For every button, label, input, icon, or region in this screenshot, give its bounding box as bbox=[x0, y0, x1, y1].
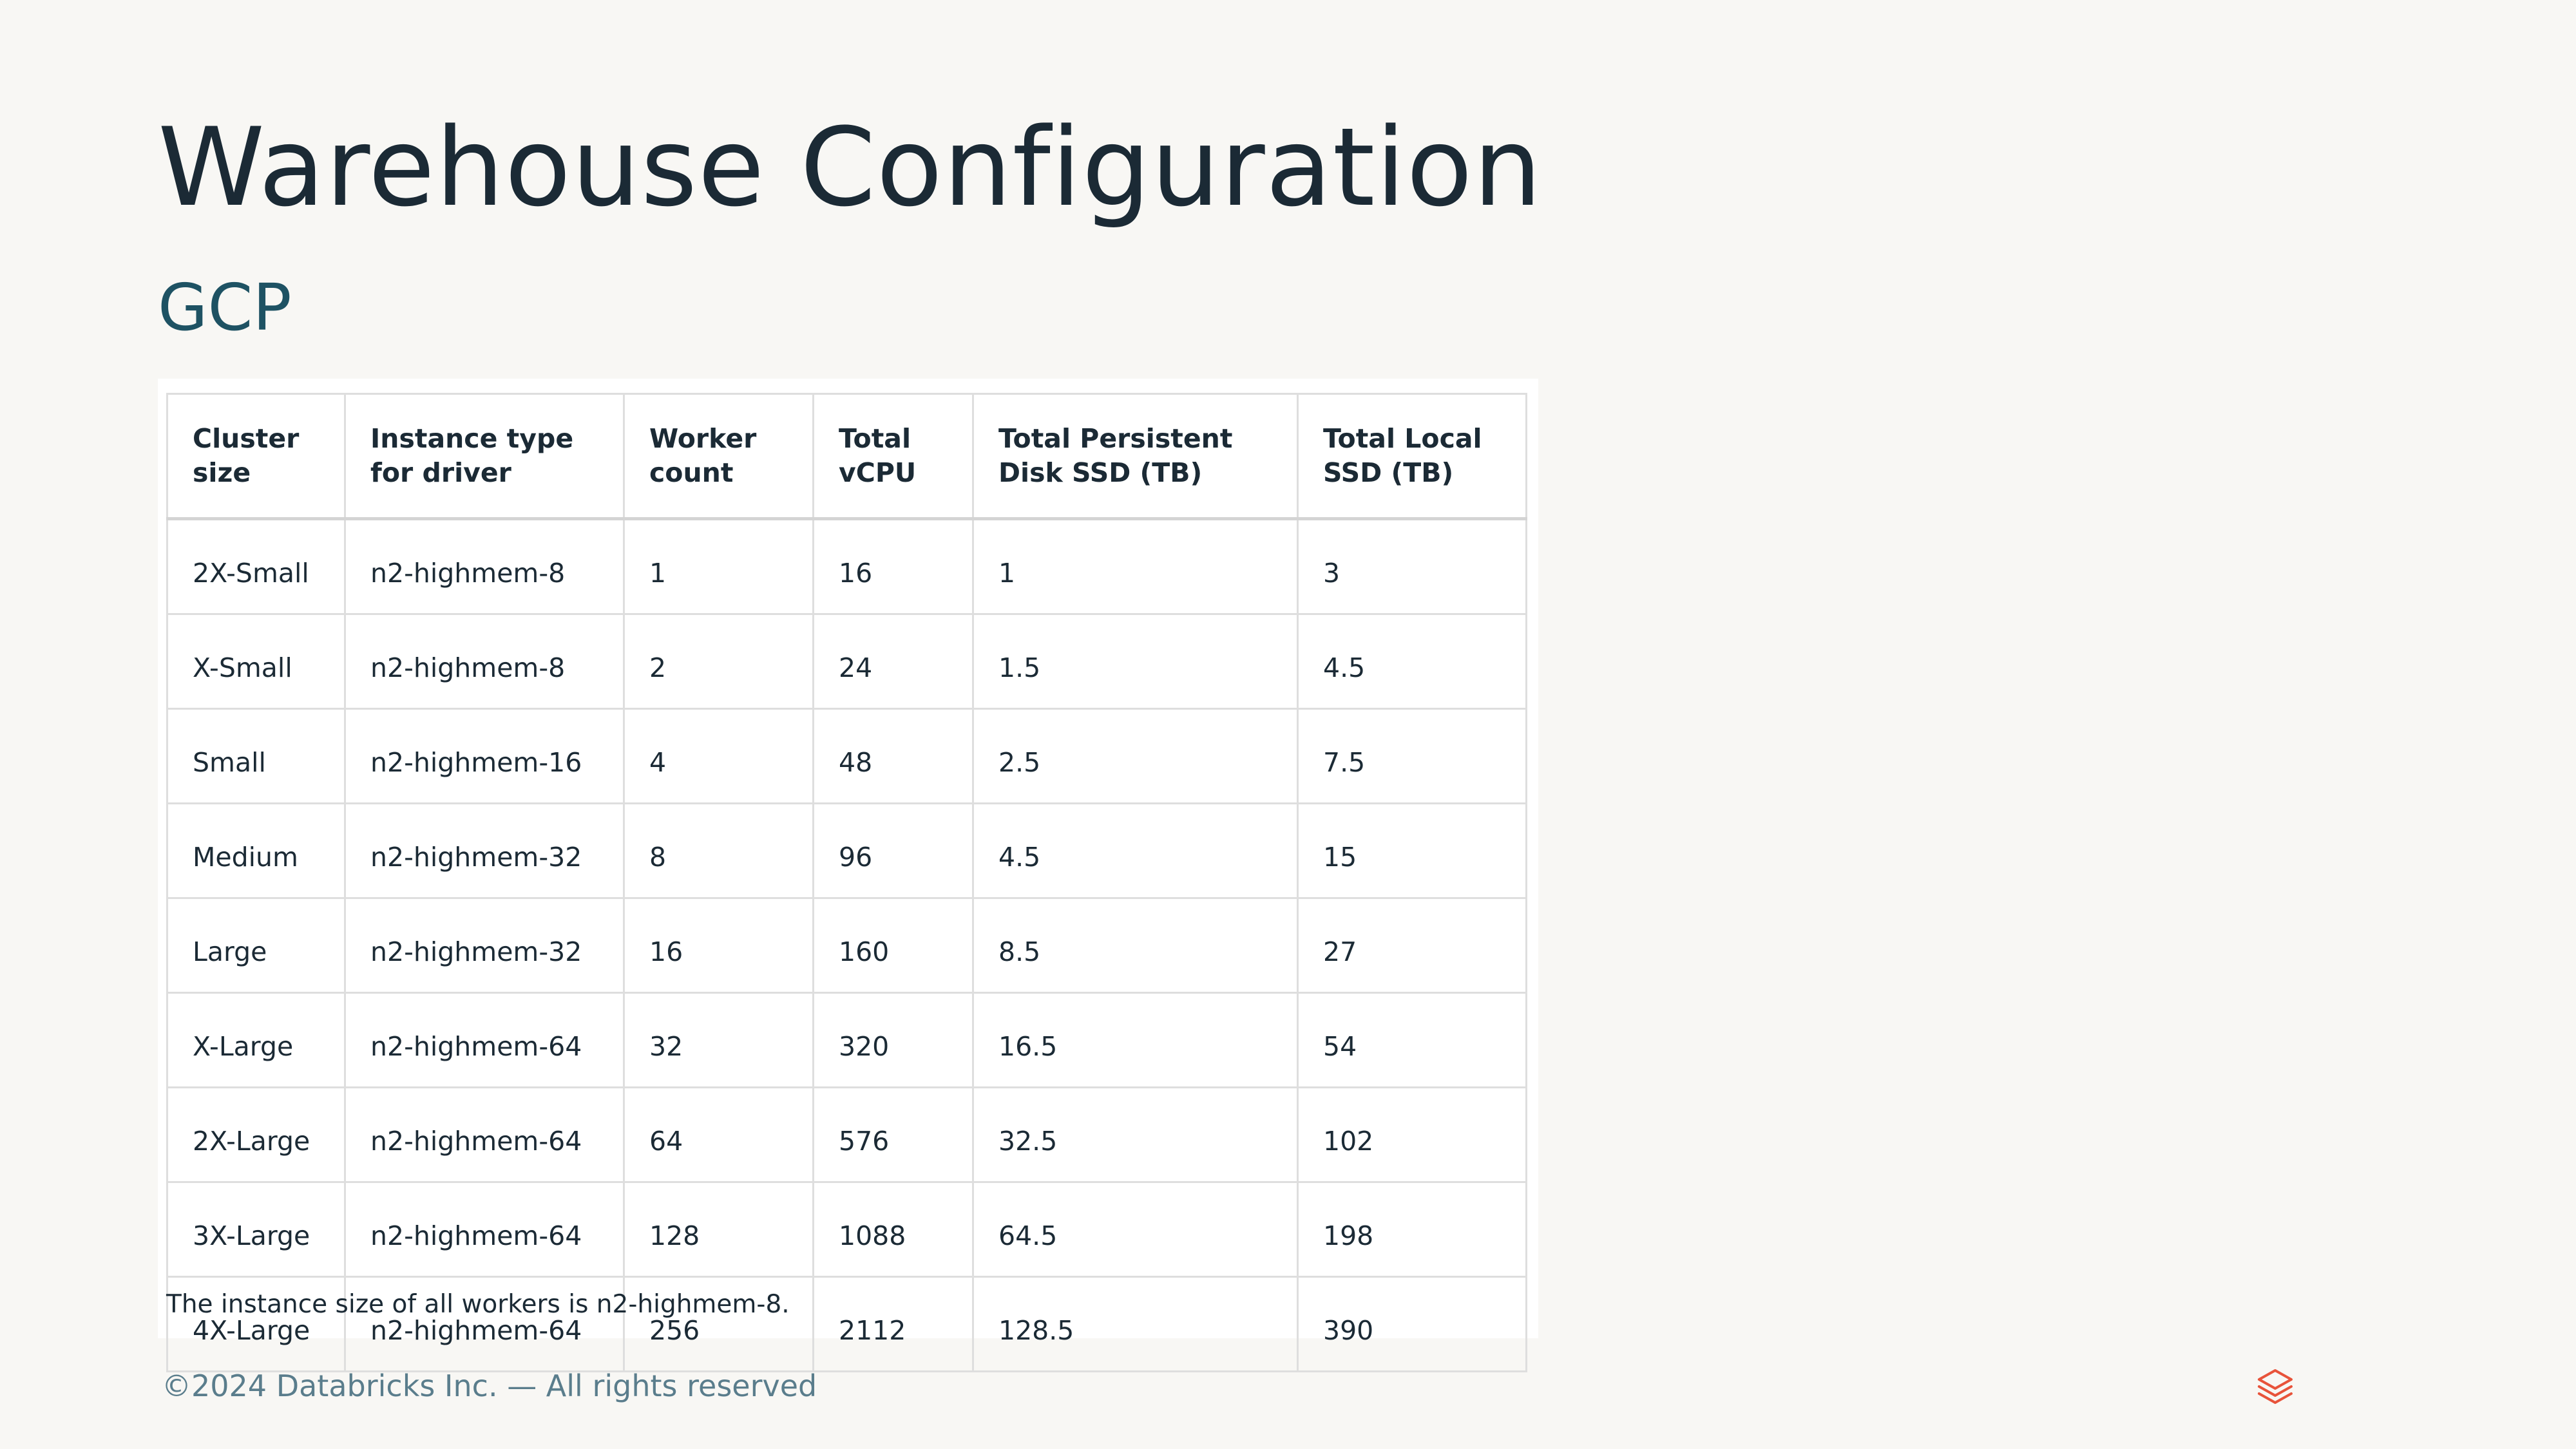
cell-local-ssd: 4.5 bbox=[1297, 613, 1527, 710]
cell-worker-count: 64 bbox=[623, 1086, 814, 1183]
header-total-vcpu: Total vCPU bbox=[812, 393, 974, 520]
table-footnote: The instance size of all workers is n2-h… bbox=[166, 1290, 790, 1319]
cell-cluster-size: X-Large bbox=[166, 992, 346, 1088]
cell-cluster-size: 2X-Small bbox=[166, 518, 346, 615]
cell-cluster-size: Medium bbox=[166, 802, 346, 899]
cell-persistent-disk: 128.5 bbox=[972, 1276, 1299, 1372]
cell-persistent-disk: 4.5 bbox=[972, 802, 1299, 899]
cell-worker-count: 2 bbox=[623, 613, 814, 710]
cell-instance-type: n2-highmem-32 bbox=[344, 802, 625, 899]
cell-persistent-disk: 16.5 bbox=[972, 992, 1299, 1088]
cell-instance-type: n2-highmem-32 bbox=[344, 897, 625, 994]
cell-local-ssd: 15 bbox=[1297, 802, 1527, 899]
cell-cluster-size: Small bbox=[166, 708, 346, 804]
copyright-footer: ©2024 Databricks Inc. — All rights reser… bbox=[162, 1368, 817, 1403]
cell-worker-count: 8 bbox=[623, 802, 814, 899]
warehouse-config-table: Cluster size Instance type for driver Wo… bbox=[166, 393, 1527, 1372]
cell-instance-type: n2-highmem-8 bbox=[344, 613, 625, 710]
cell-total-vcpu: 1088 bbox=[812, 1181, 974, 1278]
cell-local-ssd: 102 bbox=[1297, 1086, 1527, 1183]
cell-local-ssd: 27 bbox=[1297, 897, 1527, 994]
cell-total-vcpu: 160 bbox=[812, 897, 974, 994]
cell-persistent-disk: 1.5 bbox=[972, 613, 1299, 710]
cell-local-ssd: 54 bbox=[1297, 992, 1527, 1088]
cell-instance-type: n2-highmem-64 bbox=[344, 1181, 625, 1278]
table-row: X-Small n2-highmem-8 2 24 1.5 4.5 bbox=[166, 613, 1527, 710]
cell-cluster-size: 3X-Large bbox=[166, 1181, 346, 1278]
header-instance-type: Instance type for driver bbox=[344, 393, 625, 520]
databricks-logo-icon bbox=[2258, 1369, 2293, 1404]
header-cluster-size: Cluster size bbox=[166, 393, 346, 520]
cell-cluster-size: Large bbox=[166, 897, 346, 994]
cell-worker-count: 1 bbox=[623, 518, 814, 615]
cell-local-ssd: 7.5 bbox=[1297, 708, 1527, 804]
table-row: X-Large n2-highmem-64 32 320 16.5 54 bbox=[166, 992, 1527, 1088]
table-row: Small n2-highmem-16 4 48 2.5 7.5 bbox=[166, 708, 1527, 804]
cell-persistent-disk: 2.5 bbox=[972, 708, 1299, 804]
cell-instance-type: n2-highmem-8 bbox=[344, 518, 625, 615]
cell-total-vcpu: 96 bbox=[812, 802, 974, 899]
table-panel: Cluster size Instance type for driver Wo… bbox=[158, 379, 1538, 1372]
slide-subtitle: GCP bbox=[158, 270, 292, 345]
table-row: 2X-Small n2-highmem-8 1 16 1 3 bbox=[166, 518, 1527, 615]
cell-total-vcpu: 320 bbox=[812, 992, 974, 1088]
cell-total-vcpu: 16 bbox=[812, 518, 974, 615]
header-local-ssd: Total Local SSD (TB) bbox=[1297, 393, 1527, 520]
cell-local-ssd: 198 bbox=[1297, 1181, 1527, 1278]
table-row: 3X-Large n2-highmem-64 128 1088 64.5 198 bbox=[166, 1181, 1527, 1278]
header-persistent-disk: Total Persistent Disk SSD (TB) bbox=[972, 393, 1299, 520]
cell-total-vcpu: 2112 bbox=[812, 1276, 974, 1372]
cell-total-vcpu: 48 bbox=[812, 708, 974, 804]
cell-worker-count: 128 bbox=[623, 1181, 814, 1278]
table-header-row: Cluster size Instance type for driver Wo… bbox=[166, 393, 1527, 520]
cell-instance-type: n2-highmem-16 bbox=[344, 708, 625, 804]
cell-instance-type: n2-highmem-64 bbox=[344, 992, 625, 1088]
cell-persistent-disk: 32.5 bbox=[972, 1086, 1299, 1183]
cell-worker-count: 4 bbox=[623, 708, 814, 804]
table-row: Large n2-highmem-32 16 160 8.5 27 bbox=[166, 897, 1527, 994]
slide-title: Warehouse Configuration bbox=[158, 104, 1543, 231]
cell-total-vcpu: 24 bbox=[812, 613, 974, 710]
cell-local-ssd: 390 bbox=[1297, 1276, 1527, 1372]
cell-cluster-size: X-Small bbox=[166, 613, 346, 710]
table-row: Medium n2-highmem-32 8 96 4.5 15 bbox=[166, 802, 1527, 899]
cell-worker-count: 16 bbox=[623, 897, 814, 994]
cell-persistent-disk: 8.5 bbox=[972, 897, 1299, 994]
cell-local-ssd: 3 bbox=[1297, 518, 1527, 615]
cell-worker-count: 32 bbox=[623, 992, 814, 1088]
table-row: 2X-Large n2-highmem-64 64 576 32.5 102 bbox=[166, 1086, 1527, 1183]
cell-total-vcpu: 576 bbox=[812, 1086, 974, 1183]
header-worker-count: Worker count bbox=[623, 393, 814, 520]
cell-instance-type: n2-highmem-64 bbox=[344, 1086, 625, 1183]
cell-cluster-size: 2X-Large bbox=[166, 1086, 346, 1183]
cell-persistent-disk: 1 bbox=[972, 518, 1299, 615]
cell-persistent-disk: 64.5 bbox=[972, 1181, 1299, 1278]
